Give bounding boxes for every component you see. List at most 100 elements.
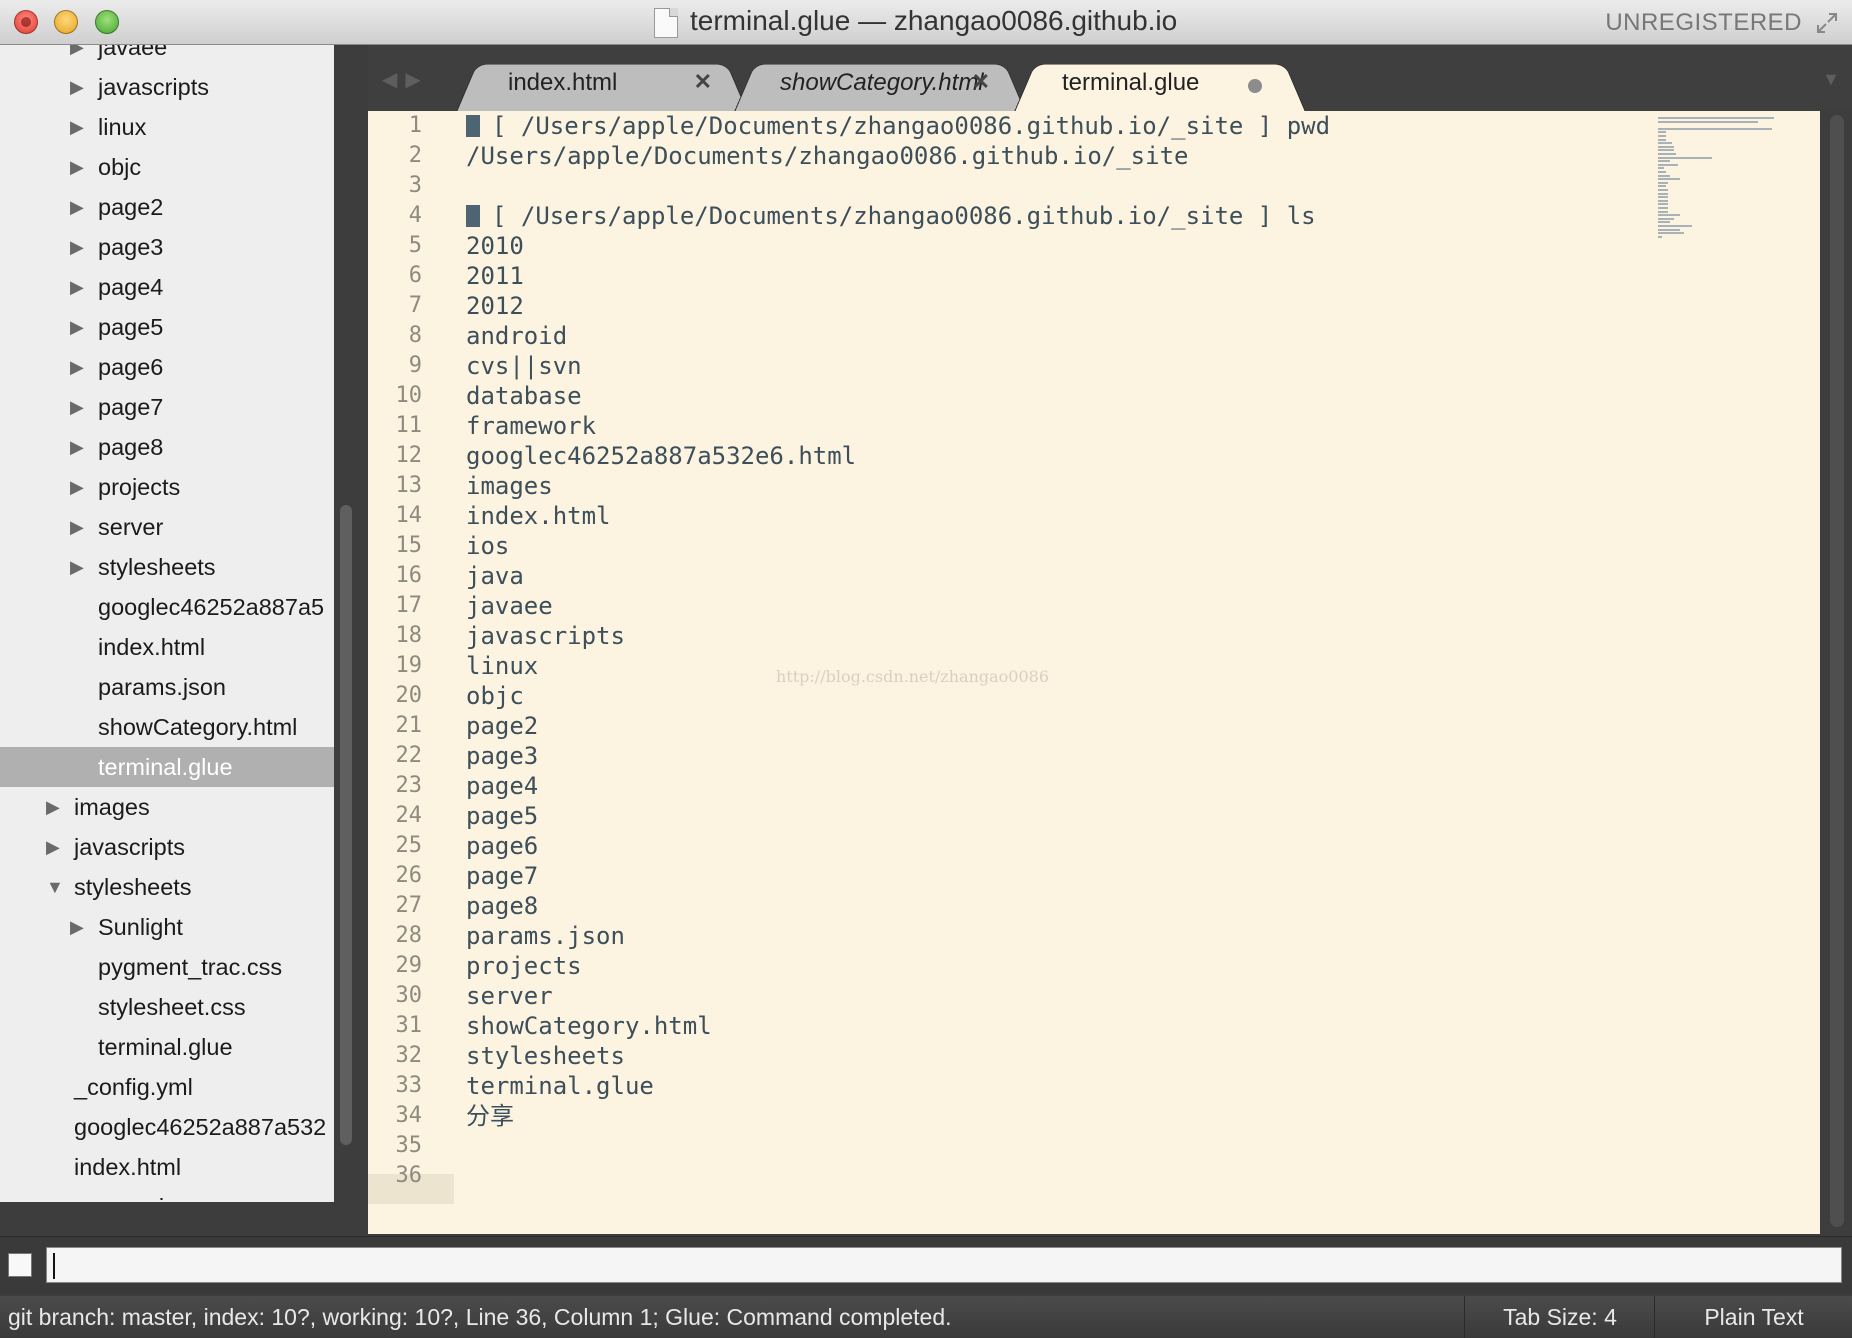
- sidebar-item[interactable]: terminal.glue: [0, 1027, 334, 1067]
- disclosure-collapsed-icon[interactable]: ▶: [70, 547, 84, 587]
- sidebar-item[interactable]: ▶ server: [0, 507, 334, 547]
- sidebar-item[interactable]: ▶ page3: [0, 227, 334, 267]
- sidebar-item[interactable]: index.html: [0, 627, 334, 667]
- code-line-text: javaee: [466, 592, 553, 620]
- sidebar-item[interactable]: _config.yml: [0, 1067, 334, 1107]
- sidebar-item[interactable]: ▶ javascripts: [0, 827, 334, 867]
- sidebar-item[interactable]: ▶ stylesheets: [0, 547, 334, 587]
- sidebar-item[interactable]: ▼ stylesheets: [0, 867, 334, 907]
- sidebar-item[interactable]: ▶ images: [0, 787, 334, 827]
- minimap[interactable]: [1658, 117, 1798, 257]
- prompt-block-icon: [466, 115, 480, 137]
- zoom-window-button[interactable]: [95, 10, 119, 34]
- line-number: 33: [395, 1073, 423, 1098]
- sidebar-item[interactable]: showCategory.html: [0, 707, 334, 747]
- close-window-button[interactable]: [14, 10, 38, 34]
- sidebar-item[interactable]: ▶ page7: [0, 387, 334, 427]
- disclosure-collapsed-icon[interactable]: ▶: [70, 107, 84, 147]
- line-number: 16: [395, 563, 423, 588]
- line-number: 2: [408, 143, 422, 168]
- sidebar-item-label: terminal.glue: [98, 1034, 233, 1060]
- syntax-selector[interactable]: Plain Text: [1654, 1296, 1852, 1338]
- status-bar: git branch: master, index: 10?, working:…: [0, 1296, 1852, 1338]
- close-tab-icon[interactable]: ✕: [972, 69, 990, 95]
- sidebar-item[interactable]: ▶ javaee: [0, 45, 334, 67]
- sidebar-item[interactable]: ▶ javascripts: [0, 67, 334, 107]
- minimap-line: [1658, 135, 1666, 137]
- sidebar-item[interactable]: ▶ linux: [0, 107, 334, 147]
- sidebar-item[interactable]: ▶ page2: [0, 187, 334, 227]
- disclosure-collapsed-icon[interactable]: ▶: [70, 507, 84, 547]
- sidebar-item[interactable]: ▶ page5: [0, 307, 334, 347]
- code-line-text: 2011: [466, 262, 524, 290]
- code-line: page2: [466, 711, 538, 741]
- sidebar-item[interactable]: pygment_trac.css: [0, 947, 334, 987]
- minimap-line: [1658, 214, 1680, 217]
- tab-overflow-icon[interactable]: ▼: [1822, 69, 1840, 90]
- code-line: terminal.glue: [466, 1071, 654, 1101]
- line-number: 20: [395, 683, 423, 708]
- editor-scrollbar[interactable]: [1830, 115, 1844, 1227]
- code-line: projects: [466, 951, 582, 981]
- sidebar-item[interactable]: ▶ page4: [0, 267, 334, 307]
- sidebar-item[interactable]: index.html: [0, 1147, 334, 1187]
- sidebar-item[interactable]: terminal.glue: [0, 747, 334, 787]
- disclosure-collapsed-icon[interactable]: ▶: [70, 45, 84, 67]
- disclosure-collapsed-icon[interactable]: ▶: [70, 907, 84, 947]
- sidebar-item[interactable]: ▶ Sunlight: [0, 907, 334, 947]
- sidebar-item[interactable]: googlec46252a887a5: [0, 587, 334, 627]
- disclosure-collapsed-icon[interactable]: ▶: [46, 827, 60, 867]
- minimize-window-button[interactable]: [54, 10, 78, 34]
- sidebar-item[interactable]: ▶ objc: [0, 147, 334, 187]
- sidebar-item[interactable]: googlec46252a887a532: [0, 1107, 334, 1147]
- editor[interactable]: 1 2 3 4 5 6 7 8 9 10 11 12 13 14 15 16 17 18 19 20 21 22 23 24 2…: [368, 111, 1820, 1234]
- disclosure-collapsed-icon[interactable]: ▶: [70, 187, 84, 227]
- disclosure-collapsed-icon[interactable]: ▶: [70, 67, 84, 107]
- sidebar-item-label: javascripts: [74, 834, 186, 860]
- tab-nav-arrows-icon[interactable]: ◀▶: [382, 67, 429, 92]
- code-line-text: page8: [466, 892, 539, 920]
- sidebar-item[interactable]: params.json: [0, 1187, 334, 1202]
- code-line: showCategory.html: [466, 1011, 712, 1041]
- disclosure-collapsed-icon[interactable]: ▶: [46, 787, 60, 827]
- tab-terminal-glue[interactable]: terminal.glue: [1014, 55, 1306, 112]
- disclosure-collapsed-icon[interactable]: ▶: [70, 147, 84, 187]
- tab-index-html[interactable]: index.html ✕: [456, 55, 748, 112]
- tab-showcategory-html[interactable]: showCategory.html ✕: [734, 55, 1026, 112]
- code-line-text: [ /Users/apple/Documents/zhangao0086.git…: [492, 202, 1316, 230]
- tab-bar: ◀▶ index.html ✕ showCategory.html ✕ term…: [368, 45, 1852, 112]
- sidebar-scrollbar[interactable]: [340, 505, 352, 1145]
- disclosure-collapsed-icon[interactable]: ▶: [70, 227, 84, 267]
- sidebar-item-label: stylesheets: [74, 874, 192, 900]
- disclosure-collapsed-icon[interactable]: ▶: [70, 267, 84, 307]
- sidebar-item-label: pygment_trac.css: [98, 954, 283, 980]
- sidebar-item-label: terminal.glue: [98, 754, 233, 780]
- sidebar-item[interactable]: stylesheet.css: [0, 987, 334, 1027]
- disclosure-collapsed-icon[interactable]: ▶: [70, 387, 84, 427]
- disclosure-expanded-icon[interactable]: ▼: [46, 867, 64, 907]
- command-checkbox[interactable]: [8, 1253, 32, 1277]
- command-input[interactable]: [46, 1247, 1842, 1283]
- fullscreen-icon[interactable]: [1816, 12, 1838, 34]
- disclosure-collapsed-icon[interactable]: ▶: [70, 467, 84, 507]
- code-line-text: ios: [466, 532, 510, 560]
- code-line: server: [466, 981, 553, 1011]
- minimap-line: [1658, 145, 1674, 148]
- unsaved-dot-icon[interactable]: [1248, 79, 1262, 93]
- sidebar-item-label: page2: [98, 194, 164, 220]
- code-line-text: googlec46252a887a532e6.html: [466, 442, 857, 470]
- minimap-line: [1658, 171, 1666, 173]
- sidebar-item[interactable]: ▶ projects: [0, 467, 334, 507]
- sidebar-item[interactable]: ▶ page8: [0, 427, 334, 467]
- close-tab-icon[interactable]: ✕: [694, 69, 712, 95]
- tab-size-selector[interactable]: Tab Size: 4: [1464, 1296, 1655, 1338]
- code-line-text: javascripts: [466, 622, 625, 650]
- disclosure-collapsed-icon[interactable]: ▶: [70, 347, 84, 387]
- line-number: 36: [395, 1163, 423, 1188]
- code-line: cvs||svn: [466, 351, 582, 381]
- sidebar-item[interactable]: ▶ page6: [0, 347, 334, 387]
- disclosure-collapsed-icon[interactable]: ▶: [70, 307, 84, 347]
- minimap-line: [1658, 178, 1680, 181]
- sidebar-item[interactable]: params.json: [0, 667, 334, 707]
- disclosure-collapsed-icon[interactable]: ▶: [70, 427, 84, 467]
